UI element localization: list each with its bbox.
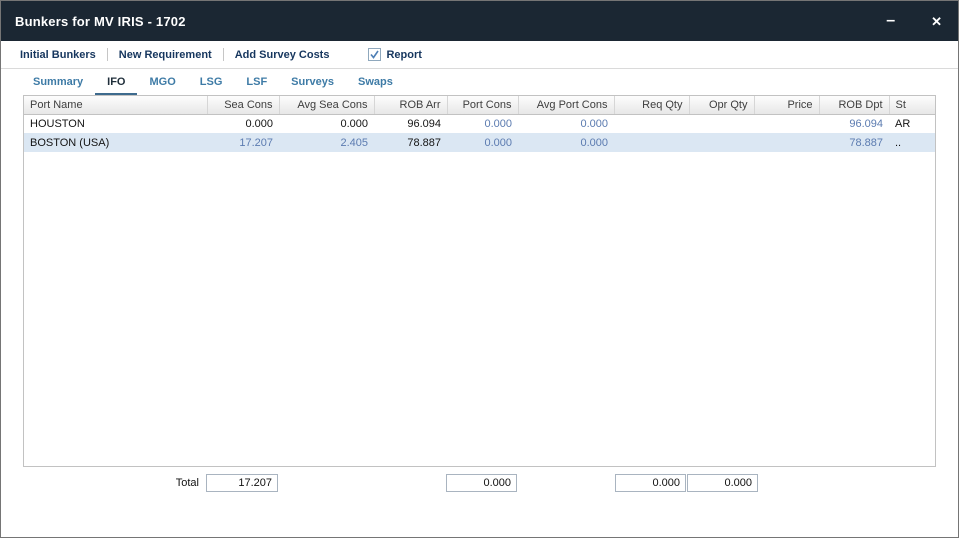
- cell-st[interactable]: ..: [889, 133, 936, 152]
- tab-swaps[interactable]: Swaps: [346, 71, 405, 95]
- cell-port-name[interactable]: HOUSTON: [24, 114, 207, 133]
- initial-bunkers-button[interactable]: Initial Bunkers: [9, 49, 107, 61]
- toolbar: Initial Bunkers New Requirement Add Surv…: [1, 41, 958, 69]
- table-row[interactable]: BOSTON (USA) 17.207 2.405 78.887 0.000 0…: [24, 133, 936, 152]
- close-button[interactable]: ✕: [931, 15, 942, 28]
- table-header-row: Port Name Sea Cons Avg Sea Cons ROB Arr …: [24, 96, 936, 114]
- column-header-avg-sea-cons[interactable]: Avg Sea Cons: [279, 96, 374, 114]
- report-button[interactable]: Report: [368, 48, 421, 61]
- column-header-price[interactable]: Price: [754, 96, 819, 114]
- table-row[interactable]: HOUSTON 0.000 0.000 96.094 0.000 0.000 9…: [24, 114, 936, 133]
- add-survey-costs-button[interactable]: Add Survey Costs: [224, 49, 341, 61]
- tab-lsg[interactable]: LSG: [188, 71, 235, 95]
- total-sea-cons: 17.207: [206, 474, 278, 492]
- total-opr-qty: 0.000: [687, 474, 758, 492]
- cell-st[interactable]: AR: [889, 114, 936, 133]
- cell-price[interactable]: [754, 133, 819, 152]
- tab-mgo[interactable]: MGO: [137, 71, 187, 95]
- tab-ifo[interactable]: IFO: [95, 71, 137, 95]
- cell-req-qty[interactable]: [614, 114, 689, 133]
- tab-surveys[interactable]: Surveys: [279, 71, 346, 95]
- column-header-rob-arr[interactable]: ROB Arr: [374, 96, 447, 114]
- cell-opr-qty[interactable]: [689, 133, 754, 152]
- bunkers-window: Bunkers for MV IRIS - 1702 – ✕ Initial B…: [0, 0, 959, 538]
- cell-rob-arr[interactable]: 96.094: [374, 114, 447, 133]
- total-req-qty: 0.000: [615, 474, 686, 492]
- report-label: Report: [381, 49, 421, 61]
- total-port-cons: 0.000: [446, 474, 517, 492]
- cell-port-cons[interactable]: 0.000: [447, 133, 518, 152]
- column-header-req-qty[interactable]: Req Qty: [614, 96, 689, 114]
- column-header-st[interactable]: St: [889, 96, 936, 114]
- bunkers-table: Port Name Sea Cons Avg Sea Cons ROB Arr …: [24, 96, 936, 152]
- column-header-port-name[interactable]: Port Name: [24, 96, 207, 114]
- cell-port-name[interactable]: BOSTON (USA): [24, 133, 207, 152]
- cell-sea-cons[interactable]: 0.000: [207, 114, 279, 133]
- tab-summary[interactable]: Summary: [21, 71, 95, 95]
- cell-rob-dpt[interactable]: 96.094: [819, 114, 889, 133]
- cell-opr-qty[interactable]: [689, 114, 754, 133]
- total-label: Total: [119, 477, 199, 489]
- tab-lsf[interactable]: LSF: [234, 71, 279, 95]
- cell-req-qty[interactable]: [614, 133, 689, 152]
- bunkers-grid: Port Name Sea Cons Avg Sea Cons ROB Arr …: [23, 95, 936, 467]
- minimize-button[interactable]: –: [886, 13, 895, 29]
- report-icon: [368, 48, 381, 61]
- cell-sea-cons[interactable]: 17.207: [207, 133, 279, 152]
- column-header-rob-dpt[interactable]: ROB Dpt: [819, 96, 889, 114]
- cell-rob-arr[interactable]: 78.887: [374, 133, 447, 152]
- totals-row: Total 17.207 0.000 0.000 0.000: [1, 474, 958, 494]
- window-titlebar[interactable]: Bunkers for MV IRIS - 1702 – ✕: [1, 1, 958, 41]
- new-requirement-button[interactable]: New Requirement: [108, 49, 223, 61]
- cell-avg-sea-cons[interactable]: 2.405: [279, 133, 374, 152]
- cell-avg-port-cons[interactable]: 0.000: [518, 133, 614, 152]
- cell-avg-port-cons[interactable]: 0.000: [518, 114, 614, 133]
- cell-rob-dpt[interactable]: 78.887: [819, 133, 889, 152]
- column-header-port-cons[interactable]: Port Cons: [447, 96, 518, 114]
- tab-bar: Summary IFO MGO LSG LSF Surveys Swaps: [1, 69, 958, 95]
- cell-avg-sea-cons[interactable]: 0.000: [279, 114, 374, 133]
- cell-port-cons[interactable]: 0.000: [447, 114, 518, 133]
- column-header-sea-cons[interactable]: Sea Cons: [207, 96, 279, 114]
- column-header-avg-port-cons[interactable]: Avg Port Cons: [518, 96, 614, 114]
- window-title: Bunkers for MV IRIS - 1702: [15, 14, 886, 29]
- cell-price[interactable]: [754, 114, 819, 133]
- column-header-opr-qty[interactable]: Opr Qty: [689, 96, 754, 114]
